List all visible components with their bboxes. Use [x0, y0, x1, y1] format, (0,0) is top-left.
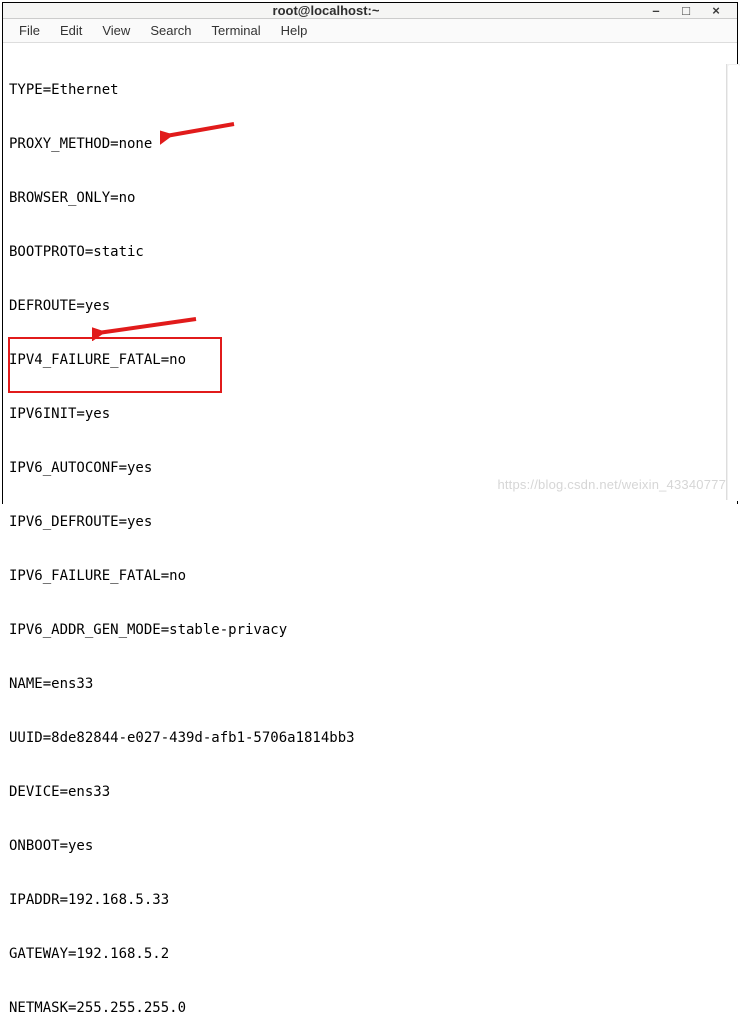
- config-line: GATEWAY=192.168.5.2: [9, 945, 731, 963]
- config-line: IPV6_FAILURE_FATAL=no: [9, 567, 731, 585]
- scrollbar-thumb[interactable]: [728, 65, 740, 501]
- config-line: NAME=ens33: [9, 675, 731, 693]
- highlight-box-annotation: [8, 337, 222, 393]
- minimize-button[interactable]: –: [649, 4, 663, 18]
- window-controls: – □ ×: [649, 4, 737, 18]
- config-line: BROWSER_ONLY=no: [9, 189, 731, 207]
- menu-view[interactable]: View: [92, 19, 140, 42]
- menubar: File Edit View Search Terminal Help: [3, 19, 737, 43]
- terminal-window: root@localhost:~ – □ × File Edit View Se…: [2, 2, 738, 504]
- config-line: NETMASK=255.255.255.0: [9, 999, 731, 1012]
- config-line: TYPE=Ethernet: [9, 81, 731, 99]
- config-line: UUID=8de82844-e027-439d-afb1-5706a1814bb…: [9, 729, 731, 747]
- config-line: ONBOOT=yes: [9, 837, 731, 855]
- menu-file[interactable]: File: [9, 19, 50, 42]
- config-line: IPV6_DEFROUTE=yes: [9, 513, 731, 531]
- config-line: BOOTPROTO=static: [9, 243, 731, 261]
- window-title: root@localhost:~: [3, 3, 649, 18]
- scrollbar-vertical[interactable]: [726, 64, 740, 500]
- config-line: IPV6INIT=yes: [9, 405, 731, 423]
- menu-edit[interactable]: Edit: [50, 19, 92, 42]
- config-line: IPV6_AUTOCONF=yes: [9, 459, 731, 477]
- watermark-text: https://blog.csdn.net/weixin_43340777: [497, 477, 726, 492]
- config-line: DEVICE=ens33: [9, 783, 731, 801]
- config-line: IPADDR=192.168.5.33: [9, 891, 731, 909]
- config-line: DEFROUTE=yes: [9, 297, 731, 315]
- config-line: IPV6_ADDR_GEN_MODE=stable-privacy: [9, 621, 731, 639]
- config-line: PROXY_METHOD=none: [9, 135, 731, 153]
- maximize-button[interactable]: □: [679, 4, 693, 18]
- titlebar: root@localhost:~ – □ ×: [3, 3, 737, 19]
- menu-terminal[interactable]: Terminal: [202, 19, 271, 42]
- terminal-viewport[interactable]: TYPE=Ethernet PROXY_METHOD=none BROWSER_…: [3, 43, 737, 1012]
- menu-search[interactable]: Search: [140, 19, 201, 42]
- close-button[interactable]: ×: [709, 4, 723, 18]
- menu-help[interactable]: Help: [271, 19, 318, 42]
